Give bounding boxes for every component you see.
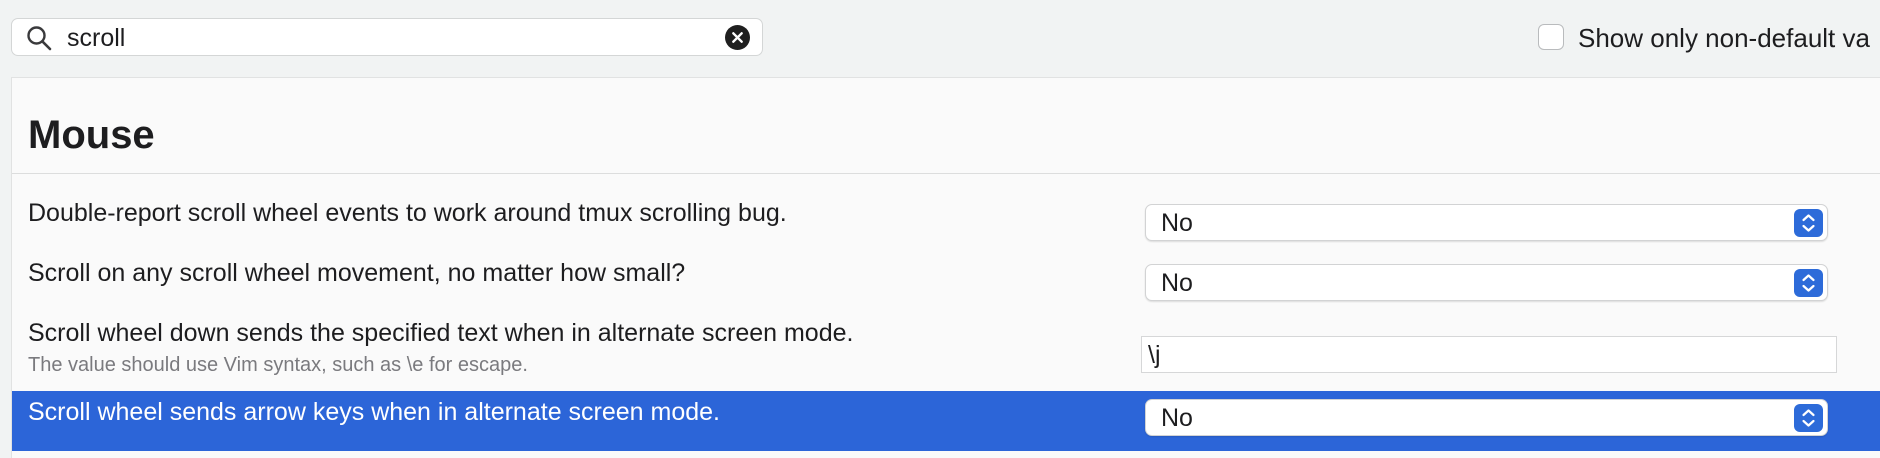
setting-row-arrow-keys[interactable]: Scroll wheel sends arrow keys when in al… xyxy=(12,391,1880,451)
setting-row-double-report[interactable]: Double-report scroll wheel events to wor… xyxy=(12,194,1880,254)
popup-value: No xyxy=(1161,404,1193,432)
search-input[interactable]: scroll xyxy=(67,25,125,51)
popup-value: No xyxy=(1161,209,1193,237)
show-non-default-checkbox[interactable] xyxy=(1538,24,1564,50)
show-non-default-label: Show only non-default va xyxy=(1578,23,1870,53)
section-title: Mouse xyxy=(28,113,155,157)
scroll-down-text-field[interactable]: \j xyxy=(1141,336,1837,373)
setting-label: Scroll wheel sends arrow keys when in al… xyxy=(28,398,721,426)
popup-value: No xyxy=(1161,269,1193,297)
setting-label: Scroll wheel down sends the specified te… xyxy=(28,319,854,347)
setting-label: Double-report scroll wheel events to wor… xyxy=(28,199,787,227)
popup-chevrons-icon[interactable] xyxy=(1794,209,1823,237)
arrow-keys-popup[interactable]: No xyxy=(1145,399,1828,436)
clear-search-icon[interactable] xyxy=(725,25,750,50)
section-divider xyxy=(12,173,1880,174)
search-icon xyxy=(26,25,52,51)
scroll-any-movement-popup[interactable]: No xyxy=(1145,264,1828,301)
setting-row-scroll-down-text[interactable]: Scroll wheel down sends the specified te… xyxy=(12,314,1880,392)
setting-sublabel: The value should use Vim syntax, such as… xyxy=(28,354,528,376)
setting-label: Scroll on any scroll wheel movement, no … xyxy=(28,259,686,287)
popup-chevrons-icon[interactable] xyxy=(1794,269,1823,297)
setting-row-scroll-any-movement[interactable]: Scroll on any scroll wheel movement, no … xyxy=(12,254,1880,314)
double-report-popup[interactable]: No xyxy=(1145,204,1828,241)
popup-chevrons-icon[interactable] xyxy=(1794,404,1823,432)
text-field-value[interactable]: \j xyxy=(1148,341,1161,369)
search-field[interactable]: scroll xyxy=(11,18,763,56)
settings-panel: Mouse Double-report scroll wheel events … xyxy=(11,77,1880,458)
